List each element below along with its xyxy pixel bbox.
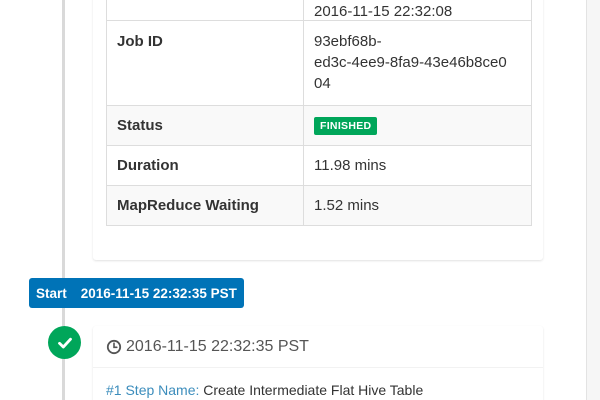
row-value: 2016-11-15 22:32:08 bbox=[303, 0, 532, 21]
row-value: 11.98 mins bbox=[303, 145, 532, 186]
job-detail-page: 2016-11-15 22:32:08 Job ID 93ebf68b- ed3… bbox=[0, 0, 600, 400]
table-row-status: Status FINISHED bbox=[106, 105, 532, 146]
job-info-table: 2016-11-15 22:32:08 Job ID 93ebf68b- ed3… bbox=[106, 0, 532, 226]
table-row-job-id: Job ID 93ebf68b- ed3c-4ee9-8fa9-43e46b8c… bbox=[106, 20, 532, 106]
row-label: Status bbox=[106, 105, 304, 146]
step-header: 2016-11-15 22:32:35 PST bbox=[93, 326, 543, 368]
step-name: Create Intermediate Flat Hive Table bbox=[203, 382, 424, 398]
check-circle-icon bbox=[48, 326, 81, 359]
row-label bbox=[106, 0, 304, 21]
status-badge: FINISHED bbox=[314, 117, 378, 135]
start-label-text: Start bbox=[36, 285, 67, 301]
check-icon bbox=[57, 337, 72, 348]
row-value: 1.52 mins bbox=[303, 185, 532, 226]
clock-icon bbox=[106, 339, 122, 354]
status-cell: FINISHED bbox=[303, 105, 532, 146]
step-time: 2016-11-15 22:32:35 PST bbox=[126, 337, 309, 355]
timeline-start-label: Start 2016-11-15 22:32:35 PST bbox=[29, 278, 244, 308]
row-label: MapReduce Waiting bbox=[106, 185, 304, 226]
step-body: #1 Step Name: Create Intermediate Flat H… bbox=[106, 382, 423, 398]
table-row-duration: Duration 11.98 mins bbox=[106, 145, 532, 186]
step-card: 2016-11-15 22:32:35 PST #1 Step Name: Cr… bbox=[93, 326, 543, 400]
start-time-text: 2016-11-15 22:32:35 PST bbox=[80, 285, 237, 301]
row-label: Job ID bbox=[106, 20, 304, 106]
row-label: Duration bbox=[106, 145, 304, 186]
table-row-mapreduce-waiting: MapReduce Waiting 1.52 mins bbox=[106, 185, 532, 226]
scrollbar-track[interactable] bbox=[586, 0, 600, 400]
table-row-last-modified: 2016-11-15 22:32:08 bbox=[106, 0, 532, 21]
job-id-value: 93ebf68b- ed3c-4ee9-8fa9-43e46b8ce0 04 bbox=[303, 20, 532, 106]
job-id-text: 93ebf68b- ed3c-4ee9-8fa9-43e46b8ce0 04 bbox=[314, 33, 507, 92]
step-name-label: #1 Step Name: bbox=[106, 382, 200, 398]
